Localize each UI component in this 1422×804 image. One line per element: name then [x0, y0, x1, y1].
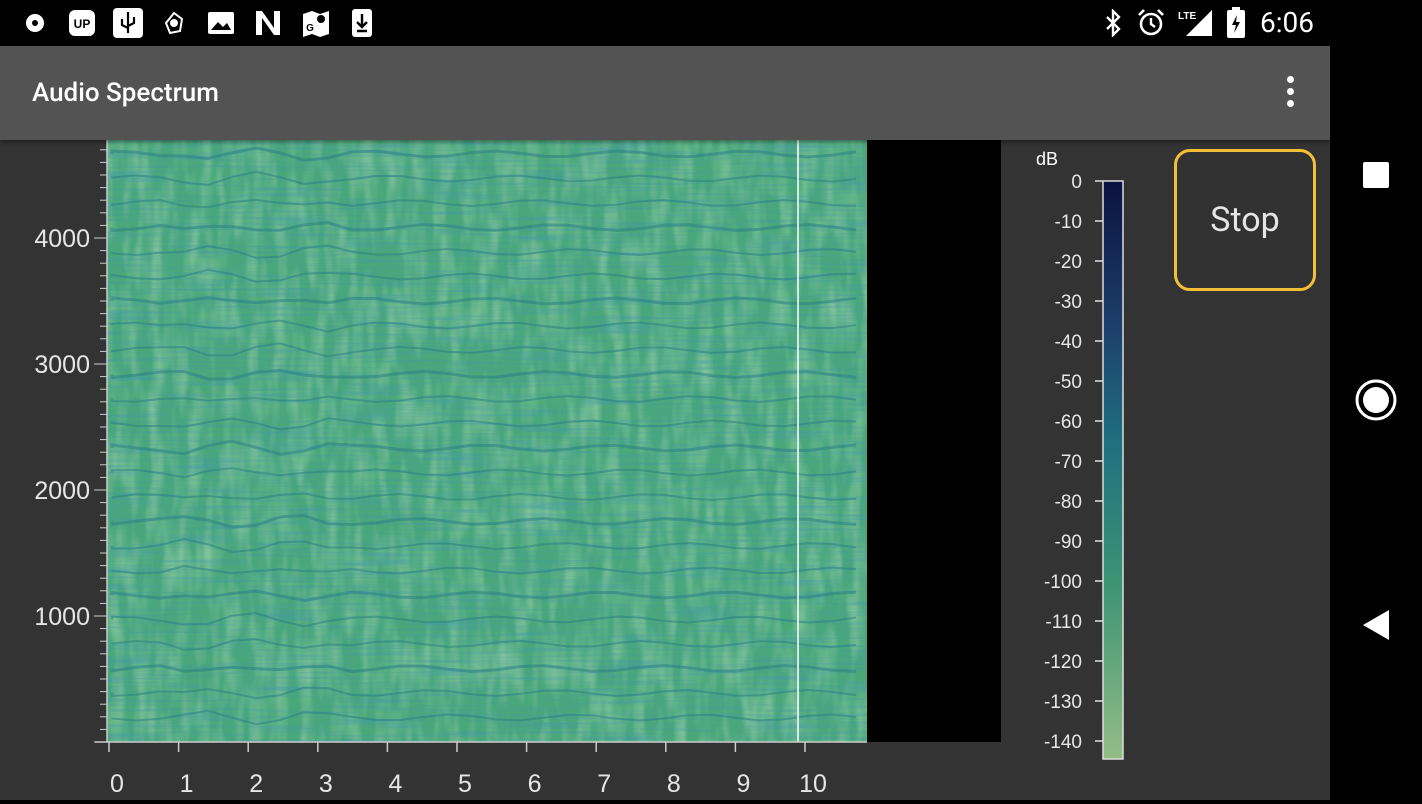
x-tick-label: 7: [597, 770, 611, 798]
colorbar-tick-label: -70: [1055, 452, 1082, 473]
record-icon: [24, 8, 46, 38]
alarm-icon: [1136, 8, 1166, 38]
stop-button[interactable]: Stop: [1174, 149, 1316, 291]
svg-text:G: G: [306, 23, 314, 34]
colorbar-tick-label: -80: [1055, 492, 1082, 513]
spectrogram-plot: 1000 2000 3000 4000 0 1 2 3 4 5 6 7 8 9 10 dB 0 -10 -20…: [34, 140, 1124, 798]
network-type: LTE: [1178, 11, 1196, 22]
x-tick-label: 2: [249, 770, 263, 798]
colorbar-tick-label: -40: [1055, 332, 1082, 353]
main-content: 1000 2000 3000 4000 0 1 2 3 4 5 6 7 8 9 10 dB 0 -10 -20…: [0, 140, 1330, 800]
x-tick-label: 9: [736, 770, 750, 798]
home-icon[interactable]: [1330, 360, 1422, 440]
clock: 6:06: [1260, 6, 1314, 39]
maps-icon: G: [300, 8, 332, 38]
y-tick-label: 4000: [34, 225, 90, 253]
recents-icon[interactable]: [1330, 135, 1422, 215]
download-icon: [350, 8, 374, 38]
image-icon: [206, 8, 236, 38]
colorbar-tick-label: -120: [1044, 652, 1082, 673]
x-tick-label: 0: [110, 770, 124, 798]
x-tick-label: 4: [388, 770, 402, 798]
db-colorbar: dB 0 -10 -20 -30 -40 -50 -60 -70 -80 -90 -100 -110 -…: [1036, 149, 1124, 760]
y-tick-label: 2000: [34, 477, 90, 505]
more-vert-icon[interactable]: [1284, 76, 1296, 112]
n-app-icon: [252, 8, 284, 38]
spectrogram-image: [107, 140, 1001, 742]
app-title: Audio Spectrum: [32, 78, 219, 108]
colorbar-unit: dB: [1036, 149, 1058, 169]
svg-text:UP: UP: [74, 17, 91, 31]
navigation-bar: [1330, 0, 1422, 800]
app-bar: Audio Spectrum: [0, 46, 1330, 140]
colorbar-tick-label: -90: [1055, 532, 1082, 553]
colorbar-tick-label: -60: [1055, 412, 1082, 433]
colorbar-tick-label: -50: [1055, 372, 1082, 393]
colorbar-tick-label: -140: [1044, 732, 1082, 753]
colorbar-tick-label: -130: [1044, 692, 1082, 713]
time-axis: 0 1 2 3 4 5 6 7 8 9 10: [95, 741, 867, 798]
x-tick-label: 3: [319, 770, 333, 798]
uplay-icon: UP: [68, 8, 96, 38]
colorbar-tick-label: -10: [1055, 212, 1082, 233]
colorbar-tick-label: -20: [1055, 252, 1082, 273]
x-tick-label: 6: [528, 770, 542, 798]
colorbar-tick-label: -110: [1045, 612, 1082, 633]
colorbar-tick-label: 0: [1071, 172, 1082, 193]
colorbar-tick-label: -100: [1044, 572, 1082, 593]
status-bar: UP G LTE 6:06: [0, 0, 1330, 46]
y-tick-label: 3000: [34, 351, 90, 379]
back-icon[interactable]: [1330, 585, 1422, 665]
y-tick-label: 1000: [34, 603, 90, 631]
x-tick-label: 8: [667, 770, 681, 798]
x-tick-label: 5: [458, 770, 472, 798]
assistant-icon: [160, 8, 188, 38]
x-tick-label: 1: [180, 770, 194, 798]
usb-icon: [112, 8, 144, 38]
bluetooth-icon: [1100, 8, 1126, 38]
signal-lte-icon: LTE: [1176, 8, 1214, 38]
colorbar-tick-label: -30: [1055, 292, 1082, 313]
x-tick-label: 10: [799, 770, 827, 798]
battery-charging-icon: [1226, 7, 1246, 38]
frequency-axis: 1000 2000 3000 4000: [34, 140, 108, 743]
